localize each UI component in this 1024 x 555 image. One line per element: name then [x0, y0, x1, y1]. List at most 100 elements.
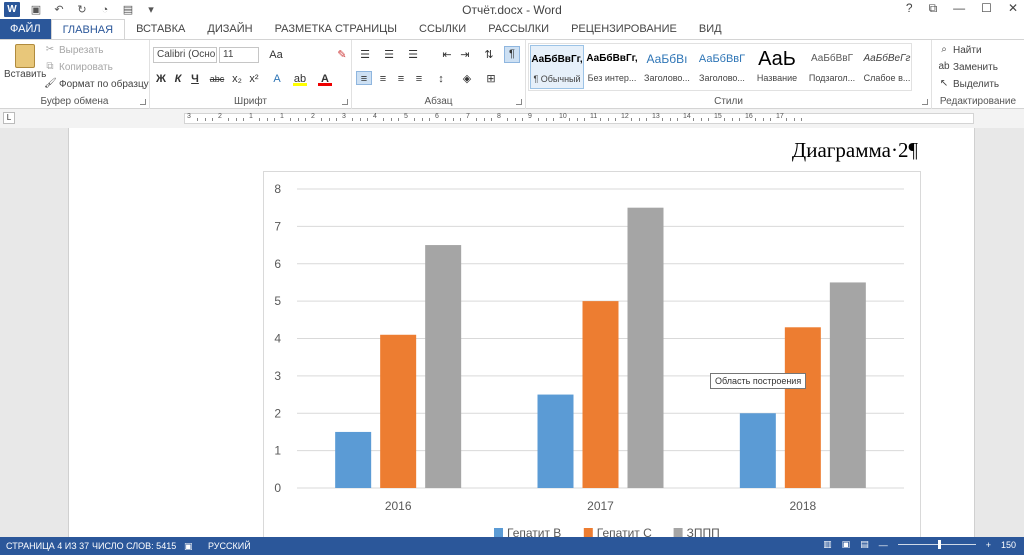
ruler-tick — [274, 118, 276, 121]
tab-review[interactable]: РЕЦЕНЗИРОВАНИЕ — [560, 19, 688, 39]
font-color-icon[interactable]: A — [318, 72, 332, 86]
help-button[interactable]: ? — [906, 1, 913, 16]
bold-button[interactable]: Ж — [154, 72, 168, 86]
ribbon-display-button[interactable]: ⧉ — [929, 1, 938, 16]
ruler-tick — [677, 118, 679, 121]
horizontal-ruler: L 3 2 1 1 2 3 4 5 6 7 8 9 10 11 12 13 14 15 16 17 — [0, 109, 1024, 128]
text-effects-icon[interactable]: A — [270, 72, 284, 86]
font-name-combo[interactable]: Calibri (Осно — [153, 47, 217, 63]
bar — [784, 327, 821, 488]
title-bar: W ▣ ↶ ↻ ◔ ▤ ▾ Отчёт.docx - Word ? ⧉ — ☐ … — [0, 0, 1024, 19]
scissors-icon: ✂ — [45, 44, 55, 55]
paste-label: Вставить — [4, 69, 47, 80]
page-count[interactable]: СТРАНИЦА 4 ИЗ 37 — [6, 541, 89, 551]
ruler-tick — [514, 118, 516, 121]
select-button[interactable]: ↖ Выделить — [938, 78, 999, 90]
close-button[interactable]: ✕ — [1008, 1, 1018, 16]
clipboard-launcher[interactable] — [140, 99, 146, 105]
ruler-tick — [723, 118, 725, 121]
align-center-icon[interactable]: ≡ — [376, 72, 390, 86]
tab-page-layout[interactable]: РАЗМЕТКА СТРАНИЦЫ — [264, 19, 408, 39]
sort-icon[interactable]: ⇅ — [482, 48, 496, 62]
zoom-slider[interactable] — [897, 540, 976, 549]
show-formatting-button[interactable]: ¶ — [504, 46, 520, 63]
paste-button[interactable]: Вставить — [4, 44, 46, 80]
multilevel-list-icon[interactable]: ☰ — [406, 48, 420, 62]
ruler-number: 6 — [435, 113, 439, 120]
ruler-tick — [483, 118, 485, 121]
ruler-tick — [367, 118, 369, 121]
align-left-icon[interactable]: ≡ — [356, 71, 372, 85]
tab-design[interactable]: ДИЗАЙН — [196, 19, 263, 39]
style-subtitle[interactable]: АаБбВвГ Подзагол... — [805, 45, 859, 89]
ruler-number: 9 — [528, 113, 532, 120]
ruler-tick — [700, 118, 702, 121]
superscript-button[interactable]: x² — [247, 72, 261, 86]
bullets-icon[interactable]: ☰ — [358, 48, 372, 62]
ruler-tick — [762, 118, 764, 121]
style-title[interactable]: АаЬ Название — [750, 45, 804, 89]
ruler-tick — [398, 118, 400, 121]
borders-icon[interactable]: ⊞ — [484, 72, 498, 86]
read-mode-icon[interactable]: ▥ — [823, 539, 832, 550]
font-launcher[interactable] — [342, 99, 348, 105]
highlight-icon[interactable]: ab — [293, 72, 307, 86]
document-page[interactable]: Диаграмма·2¶ 0 1 2 3 4 5 6 7 8 2016 2017 2018 Гепати… — [68, 128, 975, 541]
cut-button[interactable]: ✂ Вырезать — [44, 44, 104, 56]
tab-references[interactable]: ССЫЛКИ — [408, 19, 477, 39]
style-no-spacing[interactable]: АаБбВвГг, Без интер... — [585, 45, 639, 89]
line-spacing-icon[interactable]: ↕ — [434, 72, 448, 86]
increase-indent-icon[interactable]: ⇥ — [458, 48, 472, 62]
style-name: Слабое в... — [863, 73, 911, 83]
bar — [335, 431, 372, 488]
ruler-number: 7 — [466, 113, 470, 120]
italic-button[interactable]: К — [171, 72, 185, 86]
tab-mailings[interactable]: РАССЫЛКИ — [477, 19, 560, 39]
style-normal[interactable]: АаБбВвГг, ¶ Обычный — [530, 45, 584, 89]
style-heading-1[interactable]: АаБбВı Заголово... — [640, 45, 694, 89]
zoom-out-icon[interactable]: — — [879, 540, 888, 550]
numbering-icon[interactable]: ☰ — [382, 48, 396, 62]
shading-icon[interactable]: ◈ — [460, 72, 474, 86]
ruler-tick — [568, 118, 570, 121]
copy-label: Копировать — [59, 61, 113, 73]
style-sample: АаЬ — [758, 48, 796, 70]
subscript-button[interactable]: x₂ — [230, 72, 244, 86]
tab-insert[interactable]: ВСТАВКА — [125, 19, 196, 39]
copy-button[interactable]: ⧉ Копировать — [44, 61, 113, 73]
ruler-bar[interactable]: 3 2 1 1 2 3 4 5 6 7 8 9 10 11 12 13 14 15 16 17 — [184, 113, 974, 124]
language[interactable]: РУССКИЙ — [208, 541, 251, 551]
word-count[interactable]: ЧИСЛО СЛОВ: 5415 — [92, 541, 176, 551]
ruler-tick — [243, 118, 245, 121]
zoom-thumb[interactable] — [937, 540, 941, 549]
print-layout-icon[interactable]: ▣ — [842, 539, 851, 550]
decrease-indent-icon[interactable]: ⇤ — [440, 48, 454, 62]
underline-button[interactable]: Ч — [188, 72, 202, 86]
grow-font-button[interactable]: Aa — [266, 48, 286, 62]
maximize-button[interactable]: ☐ — [981, 1, 992, 16]
styles-launcher[interactable] — [922, 99, 928, 105]
tab-selector-icon[interactable]: L — [3, 112, 15, 124]
format-painter-button[interactable]: 🖌 Формат по образцу — [44, 78, 149, 90]
strikethrough-button[interactable]: abc — [208, 72, 226, 86]
proofing-icon[interactable]: ▣ — [184, 541, 193, 552]
chart-object[interactable]: 0 1 2 3 4 5 6 7 8 2016 2017 2018 Гепатит В Гепатит СЗ… — [263, 171, 921, 541]
paragraph-launcher[interactable] — [516, 99, 522, 105]
align-right-icon[interactable]: ≡ — [394, 72, 408, 86]
font-size-combo[interactable]: 11 — [219, 47, 259, 63]
clear-format-icon[interactable]: ✎ — [335, 48, 349, 62]
minimize-button[interactable]: — — [953, 1, 965, 16]
zoom-level[interactable]: 150 — [1001, 540, 1016, 550]
ruler-tick — [661, 118, 663, 121]
find-button[interactable]: ⌕ Найти — [938, 44, 981, 56]
web-layout-icon[interactable]: ▤ — [860, 539, 869, 550]
style-subtle-emphasis[interactable]: АаБбВеГг Слабое в... — [860, 45, 914, 89]
tab-home[interactable]: ГЛАВНАЯ — [50, 19, 126, 40]
zoom-in-icon[interactable]: + — [986, 540, 991, 550]
bar-chart[interactable]: 0123456782016 2017 2018Гепатит В Гепатит СЗ… — [264, 172, 920, 540]
tab-file[interactable]: ФАЙЛ — [0, 19, 51, 39]
replace-button[interactable]: ab Заменить — [938, 61, 998, 73]
style-heading-2[interactable]: АаБбВвГ Заголово... — [695, 45, 749, 89]
justify-icon[interactable]: ≡ — [412, 72, 426, 86]
tab-view[interactable]: ВИД — [688, 19, 733, 39]
